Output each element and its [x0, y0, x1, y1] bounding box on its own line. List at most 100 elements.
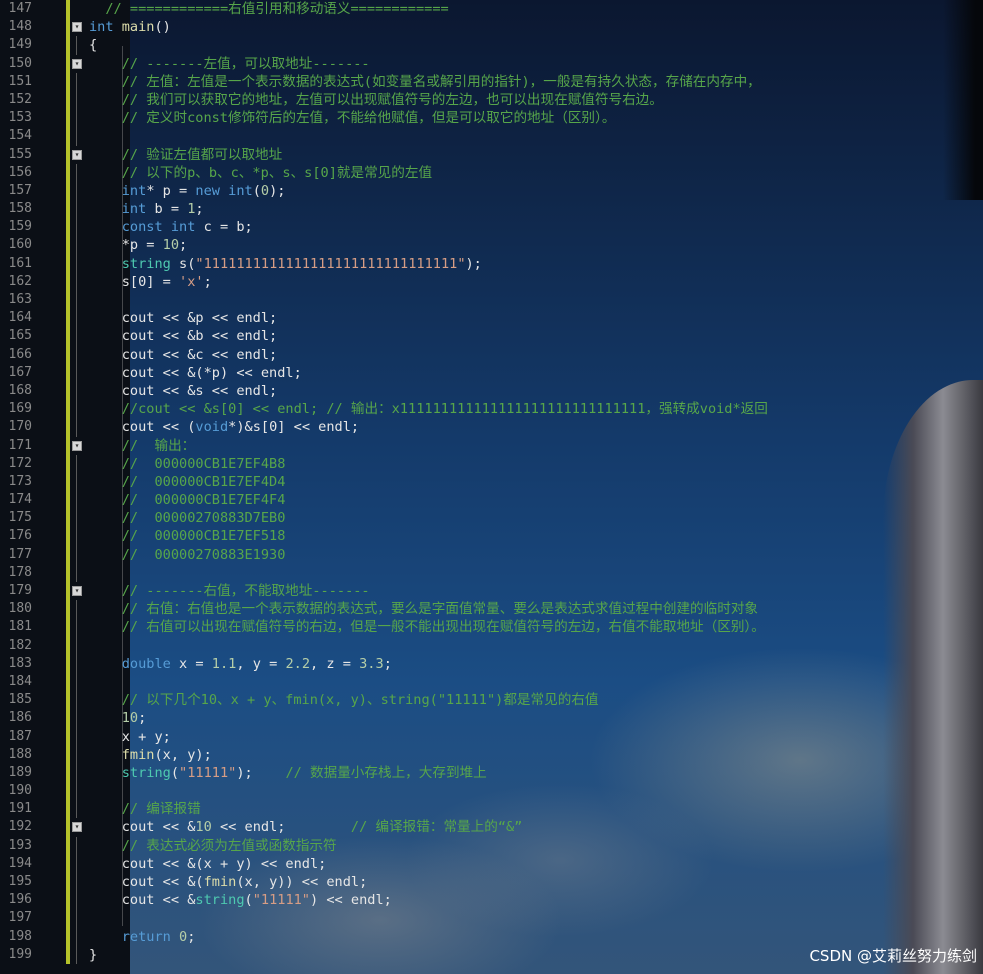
line-number: 180: [8, 601, 32, 617]
fold-guide: [76, 418, 77, 437]
code-line[interactable]: 152 // 我们可以获取它的地址，左值可以出现赋值符号的左边，也可以出现在赋值…: [0, 90, 983, 110]
change-marker: [66, 891, 70, 910]
code-line[interactable]: 160 *p = 10;: [0, 236, 983, 255]
code-line[interactable]: 168 cout << &s << endl;: [0, 381, 983, 401]
code-token: (x, y);: [154, 746, 212, 763]
change-marker: [66, 600, 70, 619]
code-line[interactable]: 169 //cout << &s[0] << endl; // 输出：x1111…: [0, 400, 983, 419]
code-line[interactable]: 180 // 右值：右值也是一个表示数据的表达式，要么是字面值常量、要么是表达式…: [0, 600, 983, 619]
code-line[interactable]: 178: [0, 563, 983, 582]
line-number: 186: [8, 710, 32, 726]
code-line[interactable]: 177 // 00000270883E1930: [0, 545, 983, 564]
code-line[interactable]: 192 ▾ cout << &10 << endl; // 编译报错：常量上的“&…: [0, 818, 983, 837]
change-marker: [66, 654, 70, 673]
code-line[interactable]: 191 // 编译报错: [0, 800, 983, 819]
change-marker: [66, 909, 70, 928]
code-line[interactable]: 185 // 以下几个10、x + y、fmin(x, y)、string("1…: [0, 691, 983, 710]
code-line[interactable]: 159 const int c = b;: [0, 218, 983, 237]
line-number: 174: [8, 492, 32, 508]
code-line[interactable]: 167 cout << &(*p) << endl;: [0, 363, 983, 382]
code-line[interactable]: 154: [0, 127, 983, 146]
code-line[interactable]: 172 // 000000CB1E7EF4B8: [0, 454, 983, 473]
code-line[interactable]: 158 int b = 1;: [0, 200, 983, 219]
fold-toggle-icon[interactable]: ▾: [72, 149, 82, 160]
code-line[interactable]: 188 fmin(x, y);: [0, 745, 983, 764]
fold-guide: [76, 636, 77, 655]
code-line[interactable]: 189 string("11111"); // 数据量小存栈上，大存到堆上: [0, 763, 983, 783]
code-line[interactable]: 176 // 000000CB1E7EF518: [0, 527, 983, 546]
code-line[interactable]: 190: [0, 782, 983, 801]
code-line[interactable]: 194 cout << &(x + y) << endl;: [0, 854, 983, 873]
code-token: 1.1: [211, 655, 237, 672]
code-line[interactable]: 163: [0, 291, 983, 310]
code-line[interactable]: 161 string s("11111111111111111111111111…: [0, 254, 983, 273]
code-line[interactable]: 186 10;: [0, 709, 983, 728]
code-line[interactable]: 150 ▾ // -------左值，可以取地址-------: [0, 54, 983, 73]
code-line[interactable]: 173 // 000000CB1E7EF4D4: [0, 472, 983, 492]
code-line[interactable]: 174 // 000000CB1E7EF4F4: [0, 491, 983, 510]
fold-toggle-icon[interactable]: ▾: [72, 22, 82, 33]
line-number: 185: [8, 692, 32, 708]
code-line[interactable]: 193 // 表达式必须为左值或函数指示符: [0, 836, 983, 855]
code-line[interactable]: 197: [0, 909, 983, 928]
change-marker: [66, 545, 70, 564]
fold-guide: [76, 272, 77, 291]
code-line[interactable]: 151 // 左值：左值是一个表示数据的表达式(如变量名或解引用的指针)，一般是…: [0, 72, 983, 91]
code-text: // 00000270883D7EB0: [89, 509, 286, 527]
code-line[interactable]: 195 cout << &(fmin(x, y)) << endl;: [0, 873, 983, 892]
line-number: 181: [8, 619, 32, 635]
fold-guide: [76, 381, 77, 401]
code-editor[interactable]: 147 // ============右值引用和移动语义============…: [0, 0, 983, 964]
code-line[interactable]: 148 ▾ int main(): [0, 18, 983, 37]
fold-toggle-icon[interactable]: ▾: [72, 440, 82, 451]
code-line[interactable]: 184: [0, 672, 983, 692]
code-token: // 输出：: [89, 437, 196, 454]
fold-guide: [76, 618, 77, 637]
line-number: 166: [8, 346, 32, 362]
code-line[interactable]: 187 x + y;: [0, 727, 983, 746]
code-line[interactable]: 153 // 定义时const修饰符后的左值，不能给他赋值，但是可以取它的地址（…: [0, 109, 983, 128]
code-text: cout << &p << endl;: [89, 309, 278, 327]
code-line[interactable]: 170 cout << (void*)&s[0] << endl;: [0, 418, 983, 437]
code-token: );: [465, 255, 482, 272]
code-line[interactable]: 198 return 0;: [0, 927, 983, 946]
fold-guide: [76, 400, 77, 419]
code-line[interactable]: 147 // ============右值引用和移动语义============: [0, 0, 983, 19]
code-text: {: [89, 36, 97, 54]
fold-guide: [76, 291, 77, 310]
code-line[interactable]: 171 ▾ // 输出：: [0, 436, 983, 455]
code-line[interactable]: 165 cout << &b << endl;: [0, 327, 983, 346]
code-line[interactable]: 196 cout << &string("11111") << endl;: [0, 891, 983, 910]
code-text: int b = 1;: [89, 200, 204, 218]
code-line[interactable]: 183 double x = 1.1, y = 2.2, z = 3.3;: [0, 654, 983, 673]
code-line[interactable]: 166 cout << &c << endl;: [0, 345, 983, 364]
line-number: 175: [8, 510, 32, 526]
fold-toggle-icon[interactable]: ▾: [72, 822, 82, 833]
code-line[interactable]: 179 ▾ // -------右值，不能取地址-------: [0, 582, 983, 601]
code-line[interactable]: 149 {: [0, 36, 983, 55]
code-line[interactable]: 182: [0, 636, 983, 655]
change-marker: [66, 418, 70, 437]
code-text: // -------左值，可以取地址-------: [89, 55, 370, 73]
code-token: 10: [162, 237, 180, 254]
line-number: 170: [8, 419, 32, 435]
fold-toggle-icon[interactable]: ▾: [72, 58, 82, 69]
line-number: 199: [8, 946, 32, 962]
code-text: s[0] = 'x';: [89, 273, 212, 291]
line-number: 160: [8, 237, 32, 253]
code-line[interactable]: 155 ▾ // 验证左值都可以取地址: [0, 145, 983, 164]
code-line[interactable]: 157 int* p = new int(0);: [0, 181, 983, 201]
code-line[interactable]: 175 // 00000270883D7EB0: [0, 509, 983, 528]
code-line[interactable]: 164 cout << &p << endl;: [0, 309, 983, 328]
code-line[interactable]: 181 // 右值可以出现在赋值符号的右边，但是一般不能出现出现在赋值符号的左边…: [0, 618, 983, 637]
code-line[interactable]: 162 s[0] = 'x';: [0, 272, 983, 291]
code-token: // -------左值，可以取地址-------: [89, 55, 370, 72]
change-marker: [66, 254, 70, 273]
code-token: cout << &: [89, 819, 196, 836]
fold-toggle-icon[interactable]: ▾: [72, 586, 82, 596]
change-marker: [66, 72, 70, 91]
code-token: );: [236, 764, 286, 781]
code-line[interactable]: 156 // 以下的p、b、c、*p、s、s[0]就是常见的左值: [0, 163, 983, 182]
change-marker: [66, 163, 70, 182]
